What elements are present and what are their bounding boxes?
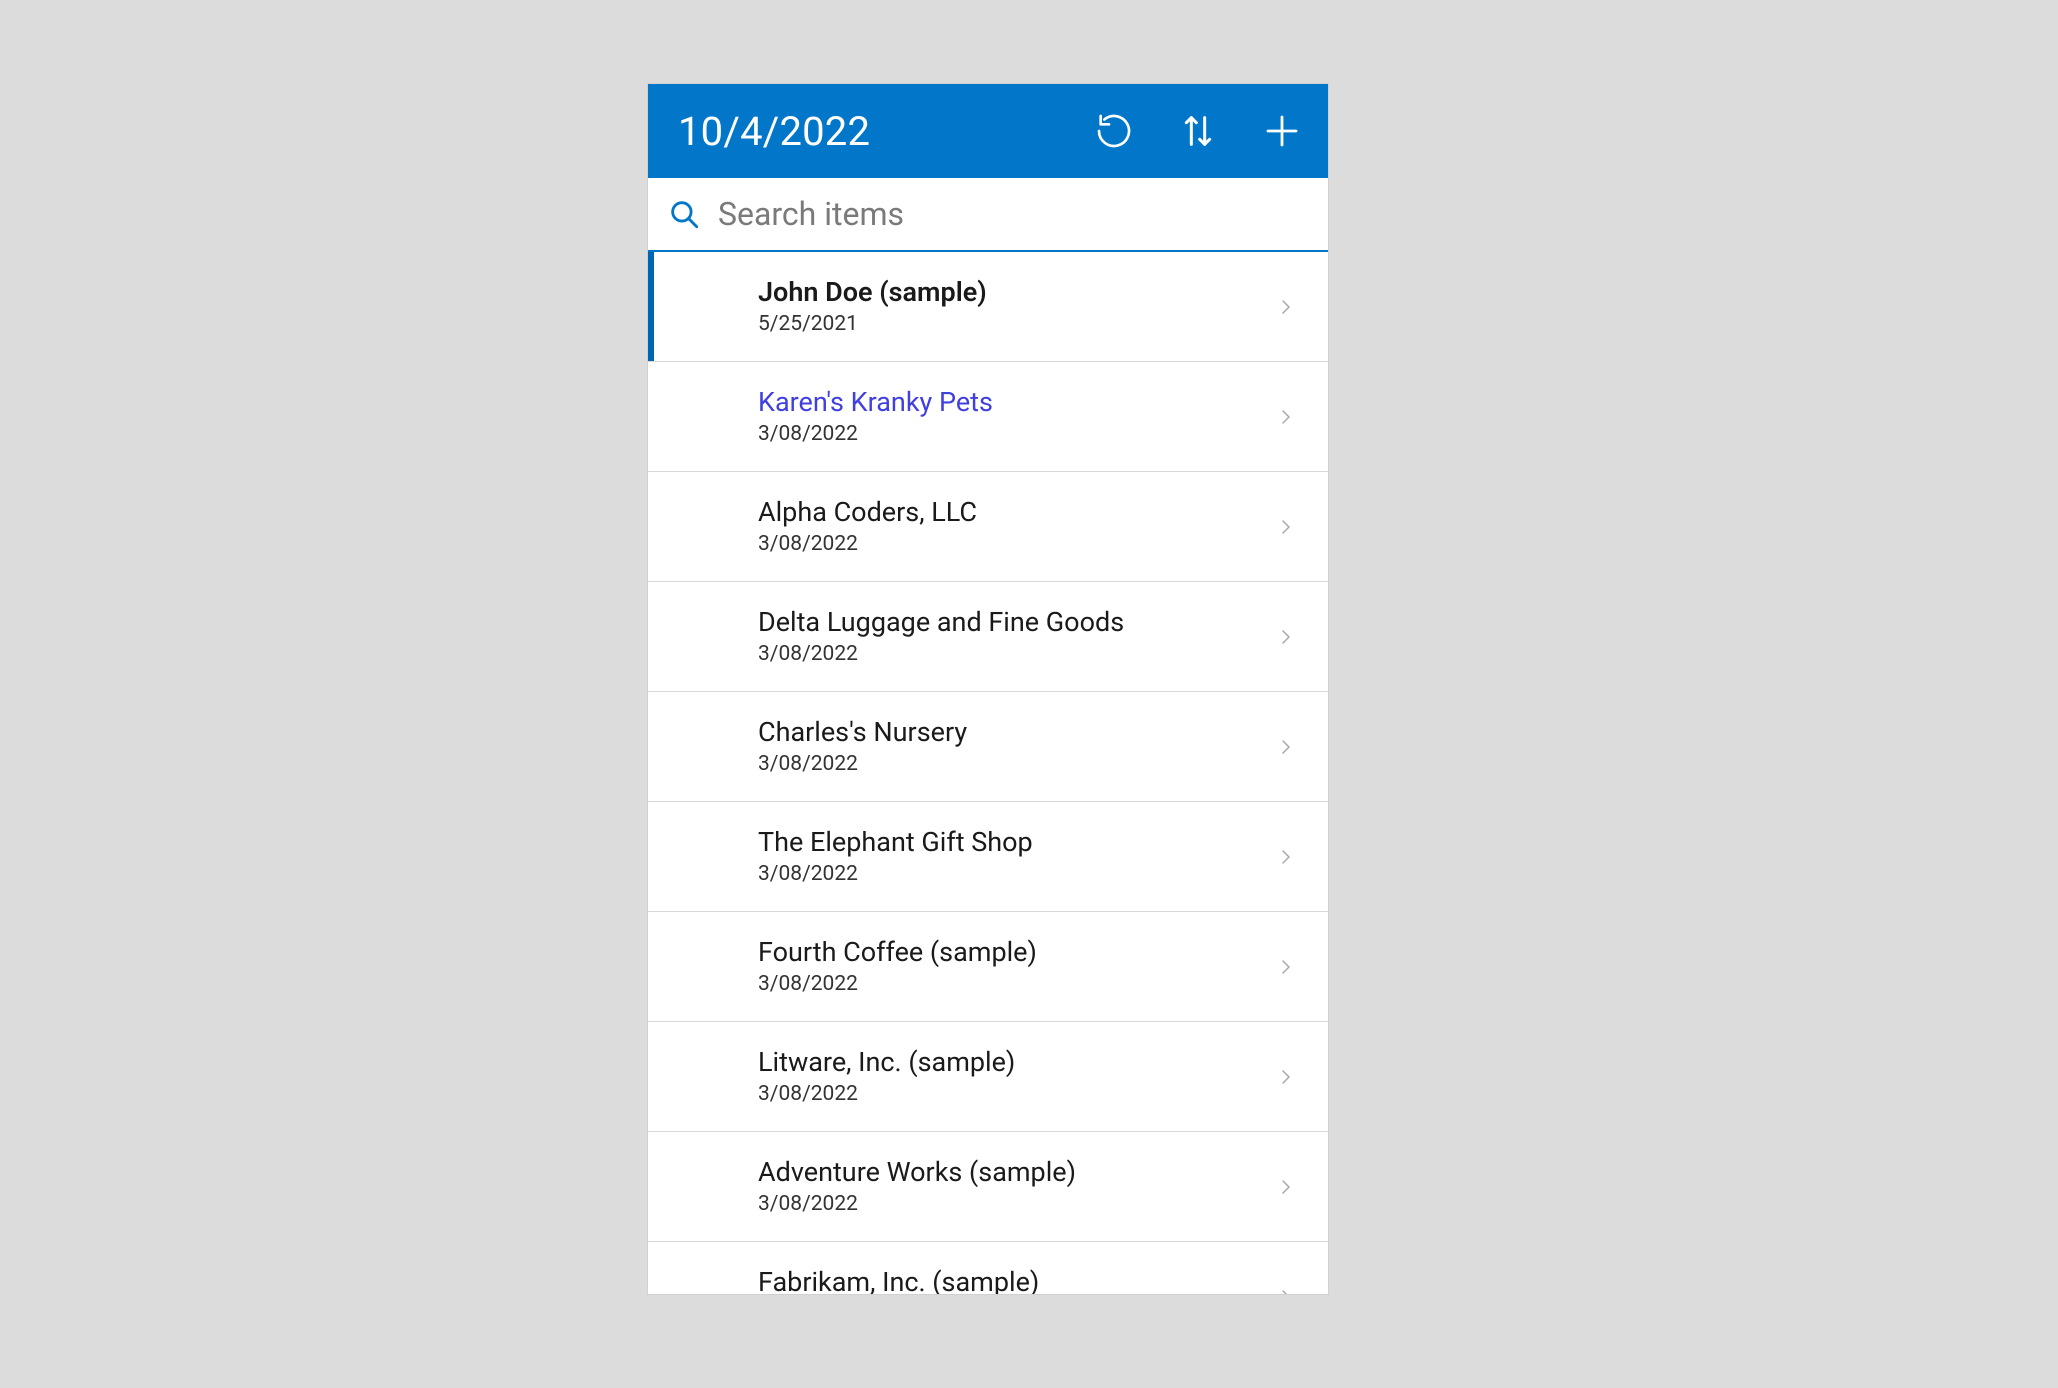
refresh-icon[interactable] (1092, 109, 1136, 153)
sort-icon[interactable] (1176, 109, 1220, 153)
item-date: 3/08/2022 (758, 642, 1300, 666)
header-bar: 10/4/2022 (648, 84, 1328, 178)
list-item[interactable]: Litware, Inc. (sample) 3/08/2022 (648, 1022, 1328, 1132)
item-date: 3/08/2022 (758, 532, 1300, 556)
list-item[interactable]: Adventure Works (sample) 3/08/2022 (648, 1132, 1328, 1242)
chevron-right-icon (1276, 1282, 1296, 1295)
header-actions (1092, 109, 1304, 153)
chevron-right-icon (1276, 842, 1296, 872)
chevron-right-icon (1276, 292, 1296, 322)
list-item[interactable]: Alpha Coders, LLC 3/08/2022 (648, 472, 1328, 582)
chevron-right-icon (1276, 1172, 1296, 1202)
header-title: 10/4/2022 (678, 108, 1092, 155)
item-date: 3/08/2022 (758, 1082, 1300, 1106)
chevron-right-icon (1276, 402, 1296, 432)
item-title: Charles's Nursery (758, 716, 1300, 748)
list-item[interactable]: John Doe (sample) 5/25/2021 (648, 252, 1328, 362)
chevron-right-icon (1276, 1062, 1296, 1092)
item-title: Alpha Coders, LLC (758, 496, 1300, 528)
search-bar[interactable] (648, 178, 1328, 252)
chevron-right-icon (1276, 512, 1296, 542)
item-date: 3/08/2022 (758, 752, 1300, 776)
item-title: Delta Luggage and Fine Goods (758, 606, 1300, 638)
item-date: 3/08/2022 (758, 422, 1300, 446)
list-item[interactable]: Fourth Coffee (sample) 3/08/2022 (648, 912, 1328, 1022)
app-frame: 10/4/2022 (648, 84, 1328, 1294)
list-item[interactable]: Fabrikam, Inc. (sample)3/08/2022 (648, 1242, 1328, 1294)
item-date: 5/25/2021 (758, 312, 1300, 336)
item-title: Litware, Inc. (sample) (758, 1046, 1300, 1078)
list-item[interactable]: Charles's Nursery 3/08/2022 (648, 692, 1328, 802)
item-title: Adventure Works (sample) (758, 1156, 1300, 1188)
item-title: Fabrikam, Inc. (sample) (758, 1266, 1300, 1294)
add-icon[interactable] (1260, 109, 1304, 153)
item-title: John Doe (sample) (758, 276, 1300, 308)
item-list[interactable]: John Doe (sample) 5/25/2021 Karen's Kranky… (648, 252, 1328, 1294)
list-item[interactable]: Karen's Kranky Pets 3/08/2022 (648, 362, 1328, 472)
item-title: Fourth Coffee (sample) (758, 936, 1300, 968)
item-date: 3/08/2022 (758, 972, 1300, 996)
item-title: Karen's Kranky Pets (758, 386, 1300, 418)
chevron-right-icon (1276, 622, 1296, 652)
search-icon (666, 196, 702, 232)
list-item[interactable]: Delta Luggage and Fine Goods 3/08/2022 (648, 582, 1328, 692)
item-title: The Elephant Gift Shop (758, 826, 1300, 858)
item-date: 3/08/2022 (758, 862, 1300, 886)
search-input[interactable] (718, 195, 1310, 233)
chevron-right-icon (1276, 952, 1296, 982)
item-date: 3/08/2022 (758, 1192, 1300, 1216)
chevron-right-icon (1276, 732, 1296, 762)
list-item[interactable]: The Elephant Gift Shop 3/08/2022 (648, 802, 1328, 912)
